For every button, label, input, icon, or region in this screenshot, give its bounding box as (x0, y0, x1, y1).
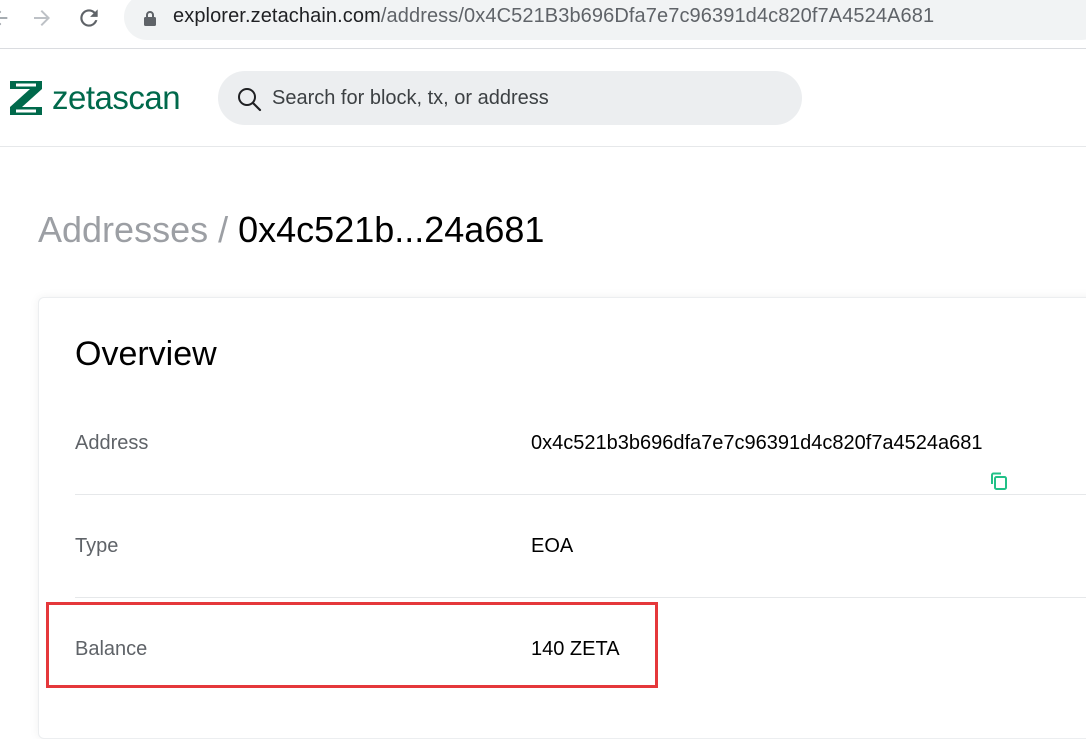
breadcrumb: Addresses / 0x4c521b...24a681 (38, 207, 544, 253)
search-bar[interactable] (218, 71, 802, 125)
address-value[interactable]: 0x4c521b3b696dfa7e7c96391d4c820f7a4524a6… (531, 392, 983, 495)
site-header: zetascan (0, 49, 1086, 147)
forward-arrow-icon[interactable] (28, 4, 56, 32)
logo-text: zetascan (52, 79, 181, 116)
url-path: /address/0x4C521B3b696Dfa7e7c96391d4c820… (380, 5, 935, 27)
balance-value: 140 ZETA (531, 638, 620, 660)
browser-toolbar: explorer.zetachain.com/address/0x4C521B3… (0, 0, 1086, 49)
balance-label: Balance (75, 638, 148, 660)
balance-row: Balance 140 ZETA (75, 598, 1086, 701)
breadcrumb-addresses-link[interactable]: Addresses (38, 209, 208, 250)
type-row: Type EOA (75, 495, 1086, 598)
address-bar[interactable]: explorer.zetachain.com/address/0x4C521B3… (124, 0, 1086, 40)
reload-icon[interactable] (75, 4, 103, 32)
breadcrumb-separator: / (218, 209, 239, 250)
search-icon (236, 86, 262, 117)
type-value: EOA (531, 535, 574, 557)
breadcrumb-current: 0x4c521b...24a681 (238, 209, 545, 250)
address-value-wrap: 0x4c521b3b696dfa7e7c96391d4c820f7a4524a6… (531, 392, 1009, 495)
copy-icon[interactable] (989, 434, 1009, 490)
search-input[interactable] (272, 71, 772, 125)
type-label: Type (75, 535, 119, 557)
overview-title: Overview (75, 335, 217, 373)
address-label: Address (75, 432, 149, 454)
zeta-logo-icon (10, 81, 42, 115)
back-arrow-icon[interactable] (0, 4, 14, 32)
lock-icon (143, 10, 157, 32)
logo[interactable]: zetascan (10, 79, 181, 117)
address-row: Address 0x4c521b3b696dfa7e7c96391d4c820f… (75, 392, 1086, 495)
url-host: explorer.zetachain.com (173, 5, 381, 27)
url-text: explorer.zetachain.com/address/0x4C521B3… (173, 5, 934, 28)
overview-card: Overview Address 0x4c521b3b696dfa7e7c963… (38, 297, 1086, 739)
